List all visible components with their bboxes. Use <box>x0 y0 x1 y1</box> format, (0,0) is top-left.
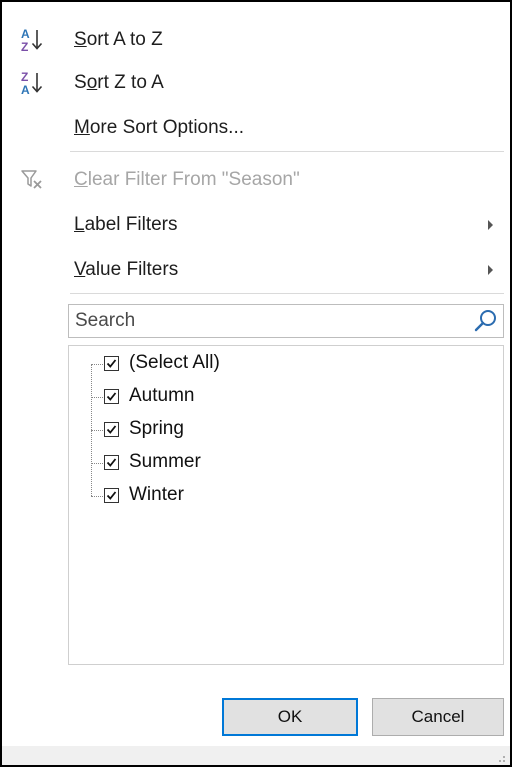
menu-item-sort-z-to-a[interactable]: Z A Sort Z to A <box>2 61 510 105</box>
checkmark-icon <box>106 392 117 401</box>
clear-filter-icon <box>18 166 50 194</box>
submenu-arrow-icon <box>488 265 493 275</box>
resize-strip <box>2 746 510 765</box>
menu-item-sort-a-to-z[interactable]: A Z Sort A to Z <box>2 18 510 62</box>
menu-divider <box>70 293 504 294</box>
svg-text:A: A <box>21 27 30 41</box>
list-item[interactable]: Winter <box>91 481 471 511</box>
sort-descending-icon: Z A <box>18 69 50 97</box>
checkmark-icon <box>106 458 117 467</box>
search-box <box>68 304 504 338</box>
list-item[interactable]: Spring <box>91 415 471 445</box>
menu-item-clear-filter: Clear Filter From "Season" <box>2 158 510 202</box>
checkbox[interactable] <box>104 422 119 437</box>
checkmark-icon <box>106 491 117 500</box>
svg-text:Z: Z <box>21 40 28 54</box>
list-item[interactable]: Autumn <box>91 382 471 412</box>
menu-divider <box>70 151 504 152</box>
search-input[interactable] <box>69 305 469 337</box>
checkmark-icon <box>106 425 117 434</box>
menu-item-value-filters[interactable]: Value Filters <box>2 248 510 292</box>
autofilter-dropdown-panel: A Z Sort A to Z Z A Sort Z to A More Sor… <box>0 0 512 767</box>
resize-grip-icon[interactable] <box>494 750 506 762</box>
svg-text:Z: Z <box>21 70 28 84</box>
list-item[interactable]: Summer <box>91 448 471 478</box>
checkmark-icon <box>106 359 117 368</box>
checkbox[interactable] <box>104 356 119 371</box>
menu-item-label-filters[interactable]: Label Filters <box>2 203 510 247</box>
search-icon[interactable] <box>473 308 499 334</box>
menu-item-more-sort-options[interactable]: More Sort Options... <box>2 106 510 150</box>
checkbox[interactable] <box>104 455 119 470</box>
checkbox[interactable] <box>104 389 119 404</box>
cancel-button[interactable]: Cancel <box>372 698 504 736</box>
checkbox[interactable] <box>104 488 119 503</box>
list-item-select-all[interactable]: (Select All) <box>91 349 471 379</box>
svg-text:A: A <box>21 83 30 97</box>
submenu-arrow-icon <box>488 220 493 230</box>
filter-value-list[interactable]: (Select All) Autumn Spring Summer Winter <box>68 345 504 665</box>
ok-button[interactable]: OK <box>222 698 358 736</box>
sort-ascending-icon: A Z <box>18 26 50 54</box>
